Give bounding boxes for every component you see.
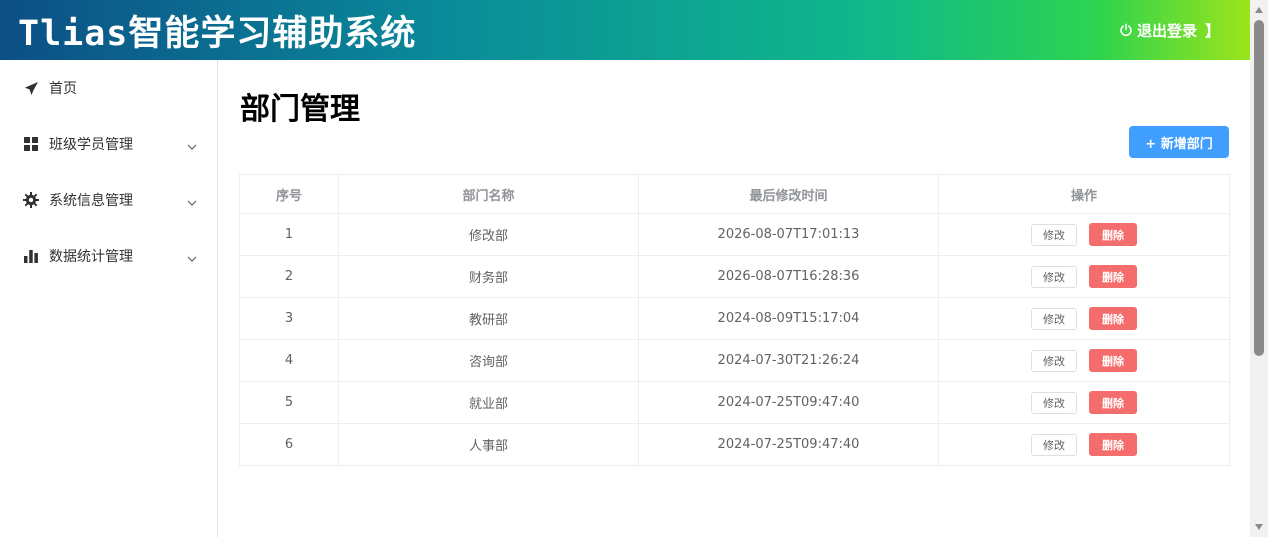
cell-actions: 修改 删除 bbox=[938, 255, 1230, 298]
table-row: 4 咨询部 2024-07-30T21:26:24 修改 删除 bbox=[239, 339, 1230, 382]
sidebar: 首页 班级学员管理 系统信息管理 数据统计管理 bbox=[0, 60, 218, 537]
sidebar-item-label: 首页 bbox=[49, 81, 77, 97]
cell-index: 5 bbox=[239, 381, 339, 424]
sidebar-item-class-students[interactable]: 班级学员管理 bbox=[0, 116, 217, 172]
cell-name: 财务部 bbox=[338, 255, 639, 298]
column-header-actions: 操作 bbox=[938, 174, 1230, 214]
cell-updated: 2024-07-25T09:47:40 bbox=[638, 423, 939, 466]
department-table: 序号 部门名称 最后修改时间 操作 1 修改部 2026-08-07T17:01… bbox=[239, 174, 1230, 466]
gear-icon bbox=[23, 192, 39, 208]
table-row: 1 修改部 2026-08-07T17:01:13 修改 删除 bbox=[239, 213, 1230, 256]
cell-updated: 2026-08-07T16:28:36 bbox=[638, 255, 939, 298]
chevron-down-icon bbox=[187, 194, 197, 210]
cell-name: 人事部 bbox=[338, 423, 639, 466]
cell-index: 4 bbox=[239, 339, 339, 382]
delete-button[interactable]: 删除 bbox=[1089, 223, 1137, 246]
delete-button[interactable]: 删除 bbox=[1089, 433, 1137, 456]
sidebar-item-system-info[interactable]: 系统信息管理 bbox=[0, 172, 217, 228]
cell-updated: 2024-07-25T09:47:40 bbox=[638, 381, 939, 424]
cell-actions: 修改 删除 bbox=[938, 423, 1230, 466]
column-header-name: 部门名称 bbox=[338, 174, 639, 214]
column-header-index: 序号 bbox=[239, 174, 339, 214]
edit-button[interactable]: 修改 bbox=[1031, 223, 1077, 246]
cell-actions: 修改 删除 bbox=[938, 297, 1230, 340]
table-row: 5 就业部 2024-07-25T09:47:40 修改 删除 bbox=[239, 381, 1230, 424]
cell-name: 教研部 bbox=[338, 297, 639, 340]
cell-actions: 修改 删除 bbox=[938, 213, 1230, 256]
page-scrollbar[interactable] bbox=[1250, 0, 1268, 537]
sidebar-item-label: 系统信息管理 bbox=[49, 193, 133, 209]
sidebar-item-label: 数据统计管理 bbox=[49, 249, 133, 265]
page-title: 部门管理 bbox=[240, 92, 360, 127]
main-content: 部门管理 + 新增部门 序号 部门名称 最后修改时间 操作 1 修改部 2026… bbox=[218, 60, 1250, 537]
table-header-row: 序号 部门名称 最后修改时间 操作 bbox=[239, 174, 1230, 214]
cell-actions: 修改 删除 bbox=[938, 339, 1230, 382]
app-title: Tlias智能学习辅助系统 bbox=[18, 13, 417, 54]
cell-updated: 2026-08-07T17:01:13 bbox=[638, 213, 939, 256]
edit-button[interactable]: 修改 bbox=[1031, 433, 1077, 456]
delete-button[interactable]: 删除 bbox=[1089, 391, 1137, 414]
cell-index: 2 bbox=[239, 255, 339, 298]
chevron-down-icon bbox=[187, 250, 197, 266]
logout-label: 退出登录 bbox=[1136, 21, 1197, 40]
delete-button[interactable]: 删除 bbox=[1089, 265, 1137, 288]
power-icon bbox=[1119, 23, 1133, 37]
delete-button[interactable]: 删除 bbox=[1089, 349, 1137, 372]
cell-updated: 2024-08-09T15:17:04 bbox=[638, 297, 939, 340]
logout-bracket: 】 bbox=[1204, 21, 1220, 40]
edit-button[interactable]: 修改 bbox=[1031, 349, 1077, 372]
cell-updated: 2024-07-30T21:26:24 bbox=[638, 339, 939, 382]
chevron-down-icon bbox=[187, 138, 197, 154]
add-department-button[interactable]: + 新增部门 bbox=[1129, 126, 1229, 158]
cell-index: 6 bbox=[239, 423, 339, 466]
column-header-updated: 最后修改时间 bbox=[638, 174, 939, 214]
table-row: 3 教研部 2024-08-09T15:17:04 修改 删除 bbox=[239, 297, 1230, 340]
cell-index: 1 bbox=[239, 213, 339, 256]
scroll-up-arrow-icon[interactable] bbox=[1255, 7, 1263, 13]
delete-button[interactable]: 删除 bbox=[1089, 307, 1137, 330]
cell-name: 就业部 bbox=[338, 381, 639, 424]
logout-button[interactable]: 退出登录 】 bbox=[1119, 20, 1250, 41]
scroll-down-arrow-icon[interactable] bbox=[1255, 524, 1263, 530]
top-header: Tlias智能学习辅助系统 退出登录 】 bbox=[0, 0, 1250, 60]
sidebar-item-home[interactable]: 首页 bbox=[0, 60, 217, 116]
cell-index: 3 bbox=[239, 297, 339, 340]
edit-button[interactable]: 修改 bbox=[1031, 391, 1077, 414]
edit-button[interactable]: 修改 bbox=[1031, 265, 1077, 288]
paper-plane-icon bbox=[23, 80, 39, 96]
table-row: 2 财务部 2026-08-07T16:28:36 修改 删除 bbox=[239, 255, 1230, 298]
scrollbar-thumb[interactable] bbox=[1254, 20, 1264, 356]
edit-button[interactable]: 修改 bbox=[1031, 307, 1077, 330]
cell-name: 修改部 bbox=[338, 213, 639, 256]
sidebar-item-statistics[interactable]: 数据统计管理 bbox=[0, 228, 217, 284]
cell-name: 咨询部 bbox=[338, 339, 639, 382]
table-row: 6 人事部 2024-07-25T09:47:40 修改 删除 bbox=[239, 423, 1230, 466]
grid-icon bbox=[23, 136, 39, 152]
bar-chart-icon bbox=[23, 248, 39, 264]
cell-actions: 修改 删除 bbox=[938, 381, 1230, 424]
sidebar-item-label: 班级学员管理 bbox=[49, 137, 133, 153]
